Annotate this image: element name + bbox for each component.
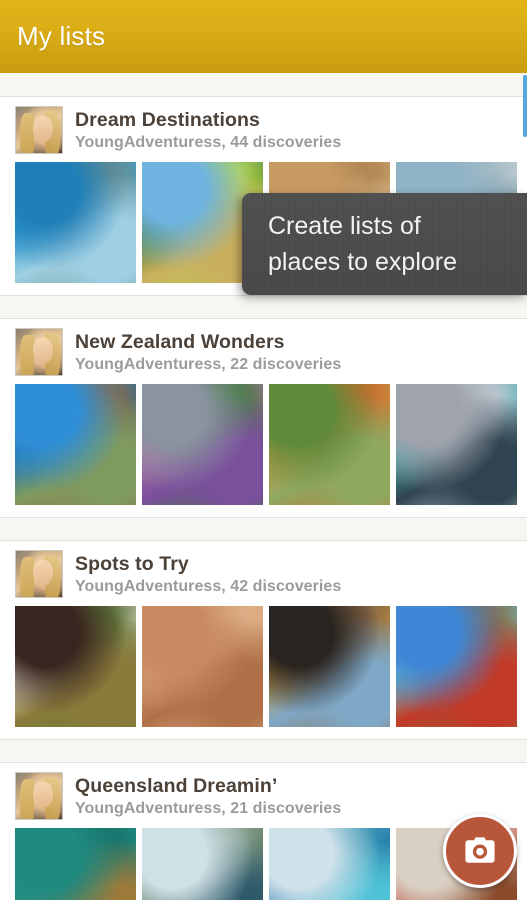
list-text: New Zealand Wonders YoungAdventuress, 22 … [75, 331, 341, 374]
thumbnail-image [269, 828, 390, 900]
thumbnail[interactable] [142, 828, 263, 900]
thumbnail[interactable] [15, 606, 136, 727]
list-header[interactable]: Queensland Dreamin’ YoungAdventuress, 21 … [0, 763, 527, 828]
thumbnail-image [15, 384, 136, 505]
list-header[interactable]: Dream Destinations YoungAdventuress, 44 d… [0, 97, 527, 162]
list-subtitle: YoungAdventuress, 22 discoveries [75, 355, 342, 373]
thumbnail-image [15, 606, 136, 727]
list-text: Queensland Dreamin’ YoungAdventuress, 21 … [75, 775, 341, 818]
thumbnail-image [396, 606, 517, 727]
list-title: Spots to Try [75, 552, 189, 575]
thumbnail-strip[interactable] [0, 384, 527, 517]
thumbnail[interactable] [15, 828, 136, 900]
list-subtitle: YoungAdventuress, 42 discoveries [75, 577, 342, 595]
vertical-scrollbar[interactable] [523, 75, 527, 137]
list-text: Spots to Try YoungAdventuress, 42 discove… [75, 553, 341, 596]
thumbnail[interactable] [15, 384, 136, 505]
app-header: My lists [0, 0, 527, 73]
list-title: Dream Destinations [75, 108, 260, 131]
thumbnail-image [15, 828, 136, 900]
section-separator [0, 295, 527, 319]
app-root: My lists Dream Destinations YoungAdventur… [0, 0, 527, 900]
add-photo-fab[interactable] [443, 814, 517, 888]
section-separator [0, 517, 527, 541]
thumbnail[interactable] [269, 828, 390, 900]
tooltip-line-1: Create lists of [268, 212, 421, 240]
avatar[interactable] [15, 550, 63, 598]
list-title: New Zealand Wonders [75, 330, 285, 353]
thumbnail[interactable] [142, 606, 263, 727]
avatar[interactable] [15, 772, 63, 820]
thumbnail[interactable] [142, 384, 263, 505]
thumbnail-image [142, 384, 263, 505]
thumbnail[interactable] [396, 606, 517, 727]
list-header[interactable]: New Zealand Wonders YoungAdventuress, 22 … [0, 319, 527, 384]
avatar[interactable] [15, 106, 63, 154]
thumbnail[interactable] [269, 384, 390, 505]
thumbnail-strip[interactable] [0, 606, 527, 739]
onboarding-tooltip[interactable]: Create lists of places to explore [242, 193, 527, 295]
list-header[interactable]: Spots to Try YoungAdventuress, 42 discove… [0, 541, 527, 606]
list-subtitle: YoungAdventuress, 44 discoveries [75, 133, 342, 151]
page-title: My lists [17, 21, 106, 51]
camera-icon [461, 832, 499, 870]
thumbnail-image [269, 384, 390, 505]
thumbnail-image [142, 828, 263, 900]
thumbnail-image [142, 606, 263, 727]
list-title: Queensland Dreamin’ [75, 774, 278, 797]
thumbnail[interactable] [396, 384, 517, 505]
list-section[interactable]: New Zealand Wonders YoungAdventuress, 22 … [0, 319, 527, 517]
list-text: Dream Destinations YoungAdventuress, 44 d… [75, 109, 341, 152]
thumbnail[interactable] [269, 606, 390, 727]
section-separator [0, 739, 527, 763]
section-separator [0, 73, 527, 97]
list-section[interactable]: Spots to Try YoungAdventuress, 42 discove… [0, 541, 527, 739]
list-subtitle: YoungAdventuress, 21 discoveries [75, 799, 342, 817]
thumbnail-image [15, 162, 136, 283]
tooltip-line-2: places to explore [268, 248, 458, 276]
avatar[interactable] [15, 328, 63, 376]
tooltip-text: Create lists of places to explore [268, 208, 457, 280]
thumbnail-image [396, 384, 517, 505]
thumbnail[interactable] [15, 162, 136, 283]
thumbnail-image [269, 606, 390, 727]
